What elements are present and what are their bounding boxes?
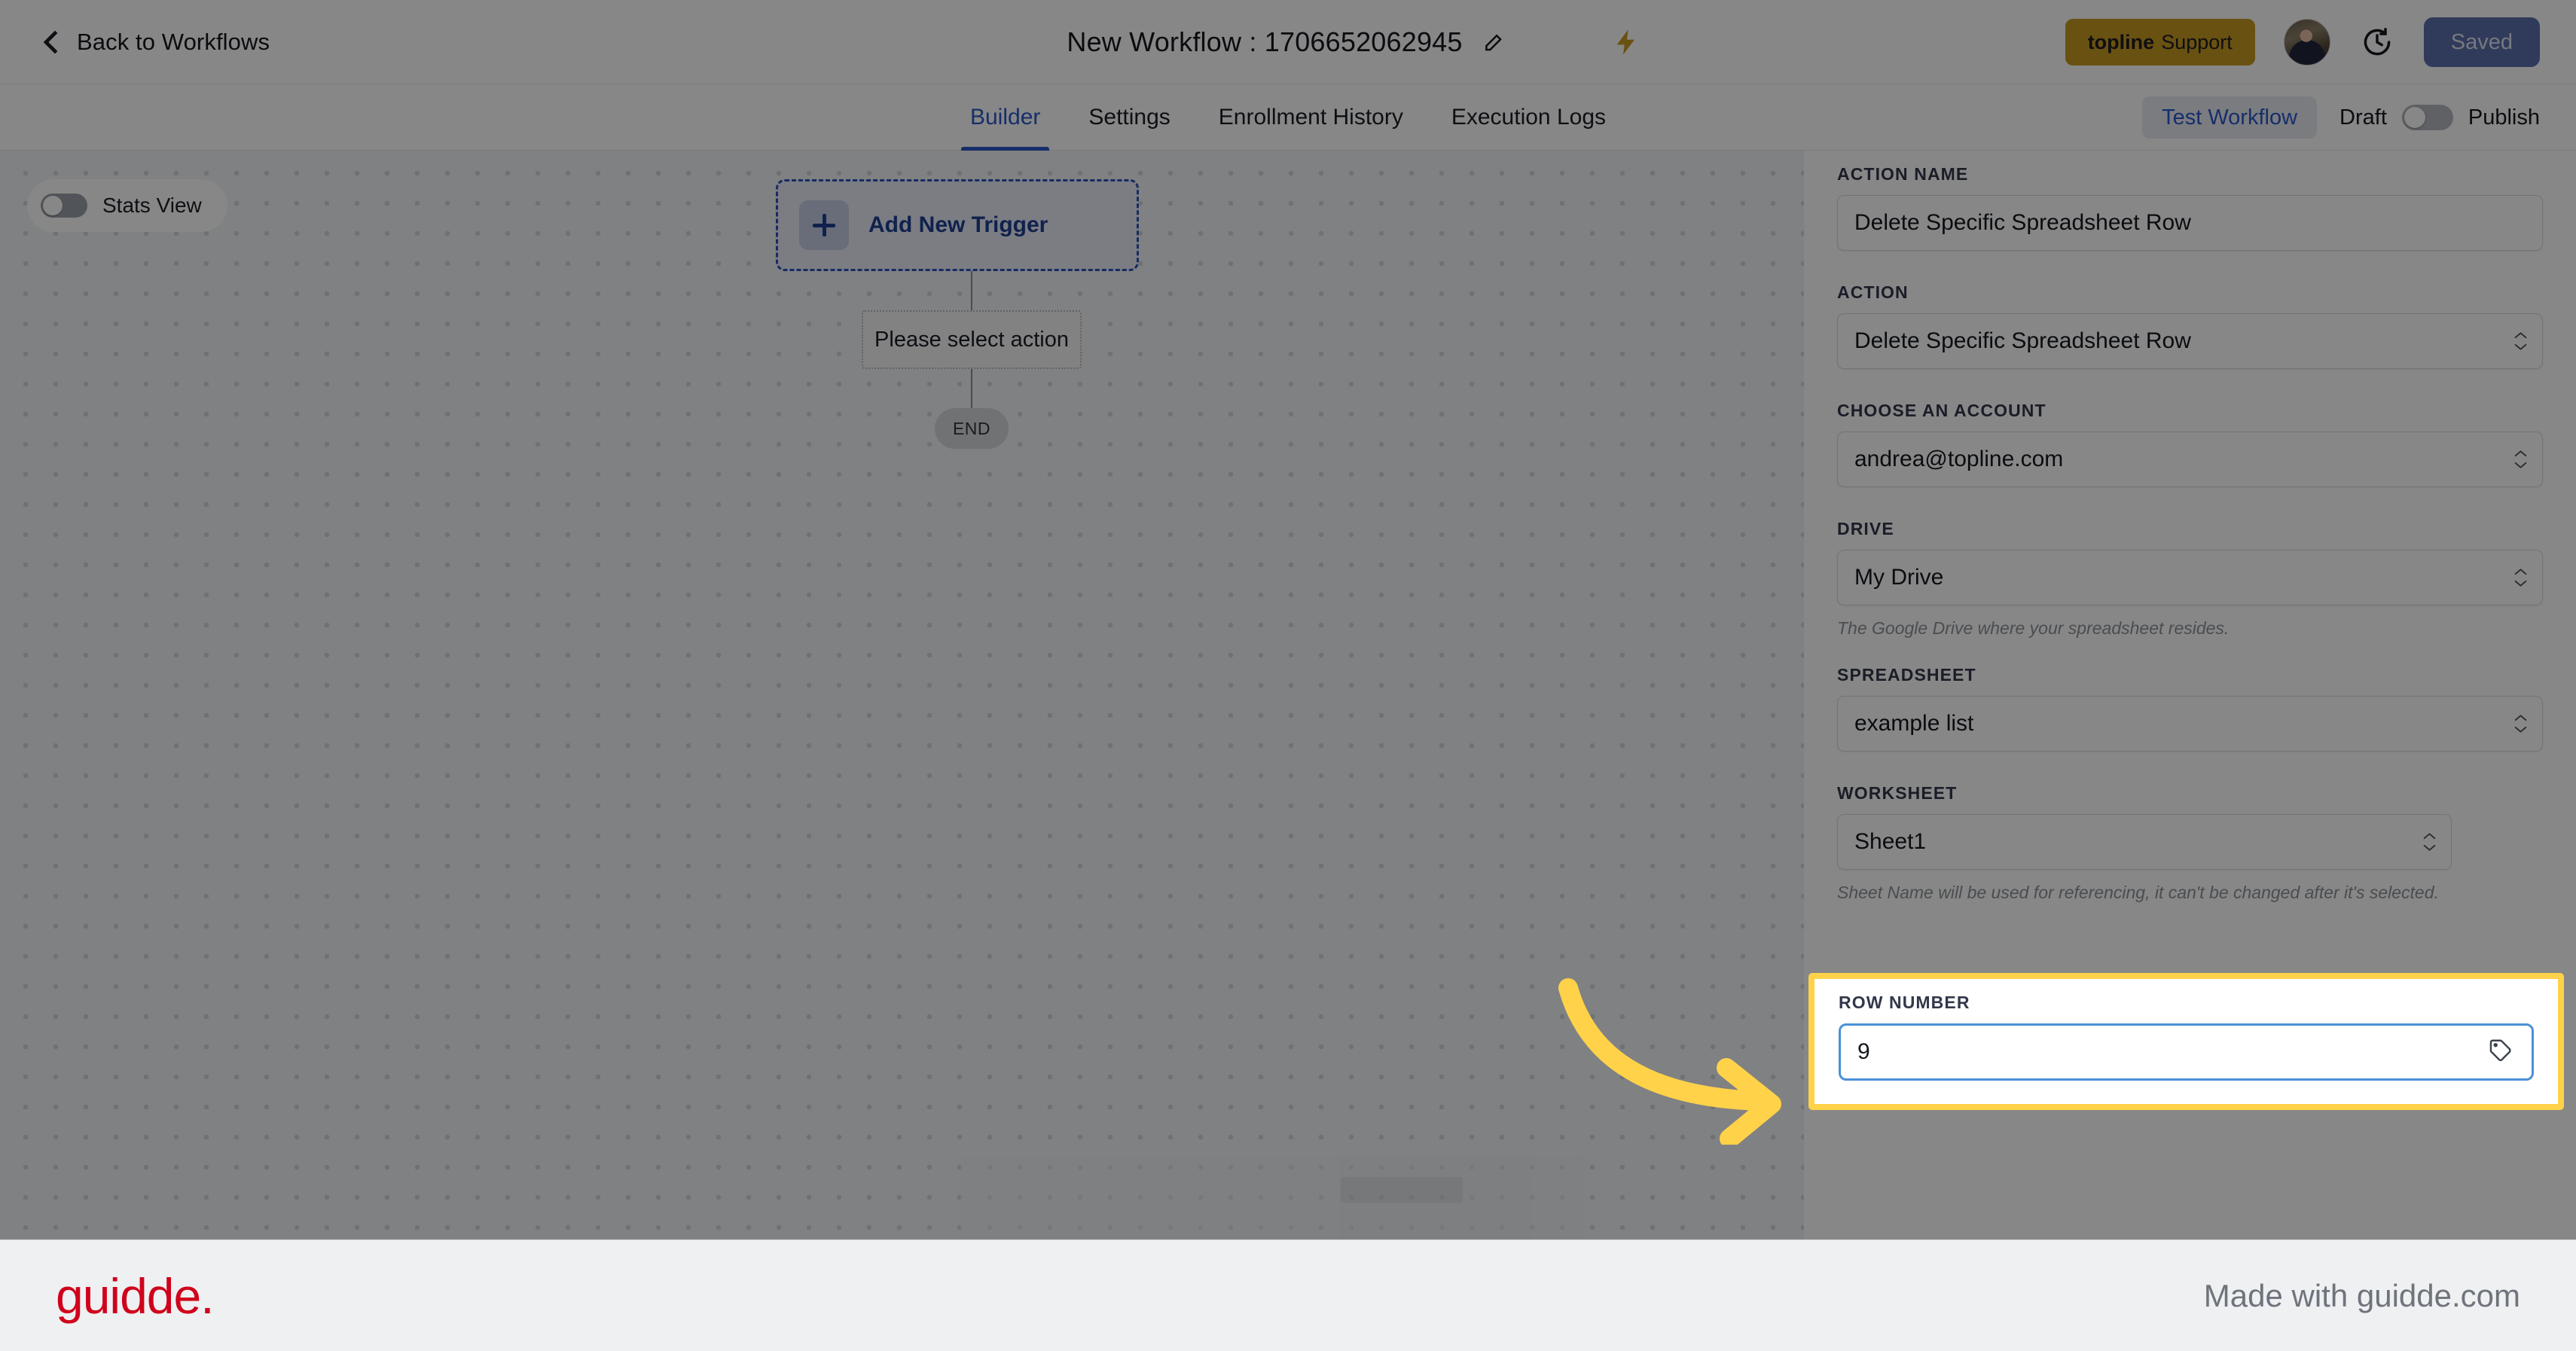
- test-workflow-button[interactable]: Test Workflow: [2142, 96, 2318, 139]
- chevron-updown-icon: [2514, 714, 2527, 733]
- support-label: Support: [2161, 30, 2233, 53]
- stats-view-toggle[interactable]: Stats View: [27, 179, 227, 232]
- plus-icon: [799, 200, 849, 250]
- drive-hint: The Google Drive where your spreadsheet …: [1837, 618, 2230, 638]
- clock-history-icon[interactable]: [2359, 24, 2395, 60]
- page-title: New Workflow : 1706652062945: [1067, 26, 1463, 57]
- workflow-flow: Add New Trigger Please select action END: [776, 179, 1167, 449]
- connector-line: [971, 369, 972, 408]
- action-name-input[interactable]: Delete Specific Spreadsheet Row: [1837, 195, 2543, 251]
- field-label: ACTION NAME: [1837, 164, 1969, 184]
- chevron-left-icon: [43, 29, 67, 54]
- workflow-title-group: New Workflow : 1706652062945: [1067, 26, 1509, 58]
- toggle-knob: [2404, 107, 2425, 128]
- field-drive: DRIVE My Drive The Google Drive where yo…: [1837, 519, 2543, 641]
- support-brand-label: topline: [2087, 30, 2155, 53]
- field-value: Sheet1: [1854, 828, 1927, 854]
- field-label: CHOOSE AN ACCOUNT: [1837, 401, 2046, 420]
- tab-enrollment-history[interactable]: Enrollment History: [1195, 84, 1427, 151]
- app-header: Back to Workflows New Workflow : 1706652…: [0, 0, 2576, 84]
- tab-bar: Builder Settings Enrollment History Exec…: [0, 84, 2576, 151]
- field-choose-an-account: CHOOSE AN ACCOUNT andrea@topline.com: [1837, 401, 2543, 487]
- worksheet-hint: Sheet Name will be used for referencing,…: [1837, 882, 2439, 902]
- tab-bar-actions: Test Workflow Draft Publish: [2142, 84, 2540, 151]
- publish-toggle-group: Draft Publish: [2339, 105, 2540, 130]
- add-new-trigger-node[interactable]: Add New Trigger: [776, 179, 1139, 271]
- publish-label: Publish: [2468, 105, 2540, 130]
- lightning-bolt-icon[interactable]: [1612, 26, 1642, 59]
- row-number-input[interactable]: 9: [1839, 1023, 2534, 1081]
- chevron-updown-icon: [2423, 832, 2436, 851]
- field-value: Delete Specific Spreadsheet Row: [1854, 328, 2191, 353]
- saved-button[interactable]: Saved: [2423, 17, 2540, 67]
- stats-view-switch[interactable]: [41, 194, 87, 218]
- select-action-label: Please select action: [874, 327, 1069, 352]
- app-root: Back to Workflows New Workflow : 1706652…: [0, 0, 2576, 1351]
- field-value: Delete Specific Spreadsheet Row: [1854, 210, 2191, 235]
- tab-list: Builder Settings Enrollment History Exec…: [946, 84, 1630, 151]
- tab-execution-logs[interactable]: Execution Logs: [1427, 84, 1630, 151]
- avatar[interactable]: [2283, 19, 2330, 66]
- field-label: DRIVE: [1837, 519, 1894, 538]
- account-select[interactable]: andrea@topline.com: [1837, 432, 2543, 487]
- field-value: My Drive: [1854, 565, 1944, 590]
- tab-builder[interactable]: Builder: [946, 84, 1064, 151]
- header-actions: topline Support Saved: [2065, 0, 2540, 84]
- field-label: SPREADSHEET: [1837, 664, 1976, 685]
- row-number-value: 9: [1857, 1039, 1870, 1064]
- chevron-updown-icon: [2514, 450, 2527, 469]
- guidde-logo: guidde.: [56, 1267, 215, 1324]
- made-with-guidde-label: Made with guidde.com: [2203, 1277, 2520, 1313]
- field-label: ACTION: [1837, 282, 1909, 302]
- field-action-name: ACTION NAME Delete Specific Spreadsheet …: [1837, 164, 2543, 251]
- field-value: andrea@topline.com: [1854, 447, 2064, 471]
- back-to-workflows-link[interactable]: Back to Workflows: [43, 28, 270, 56]
- action-select[interactable]: Delete Specific Spreadsheet Row: [1837, 313, 2543, 369]
- draft-label: Draft: [2339, 105, 2387, 130]
- chevron-updown-icon: [2514, 569, 2527, 587]
- connector-line: [971, 271, 972, 310]
- action-config-panel: ACTION NAME Delete Specific Spreadsheet …: [1804, 151, 2576, 1351]
- guidde-footer: guidde. Made with guidde.com: [0, 1240, 2576, 1351]
- row-number-spotlight: ROW NUMBER 9: [1808, 973, 2564, 1110]
- topline-support-button[interactable]: topline Support: [2065, 19, 2255, 66]
- back-to-workflows-label: Back to Workflows: [77, 28, 270, 55]
- spreadsheet-select[interactable]: example list: [1837, 695, 2543, 752]
- tag-icon[interactable]: [2488, 1038, 2513, 1067]
- worksheet-select[interactable]: Sheet1: [1837, 813, 2452, 870]
- select-action-node[interactable]: Please select action: [862, 310, 1082, 369]
- end-node: END: [935, 408, 1009, 449]
- drive-select[interactable]: My Drive: [1837, 550, 2543, 605]
- toggle-knob: [43, 196, 63, 215]
- field-worksheet: WORKSHEET Sheet1 Sheet Name will be used…: [1837, 783, 2543, 905]
- add-new-trigger-label: Add New Trigger: [868, 212, 1048, 237]
- end-label: END: [952, 418, 991, 438]
- chevron-updown-icon: [2514, 332, 2527, 351]
- tab-settings[interactable]: Settings: [1064, 84, 1194, 151]
- publish-toggle[interactable]: [2401, 105, 2453, 130]
- field-spreadsheet: SPREADSHEET example list: [1837, 665, 2543, 752]
- stats-view-label: Stats View: [102, 194, 202, 217]
- pencil-icon[interactable]: [1479, 27, 1509, 57]
- workflow-canvas[interactable]: Stats View Add New Trigger Please select…: [0, 151, 1804, 1351]
- field-label: WORKSHEET: [1837, 782, 1958, 803]
- field-value: example list: [1854, 710, 1974, 736]
- row-number-label: ROW NUMBER: [1839, 993, 1970, 1012]
- field-action: ACTION Delete Specific Spreadsheet Row: [1837, 282, 2543, 369]
